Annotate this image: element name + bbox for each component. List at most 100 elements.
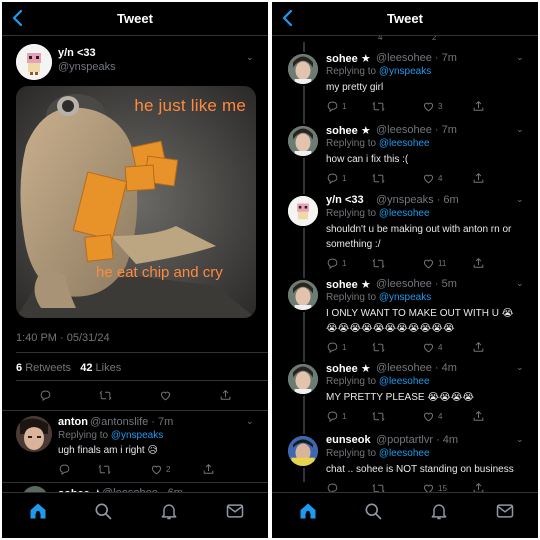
chevron-down-icon[interactable]: ⌄ [516,194,524,205]
share-button[interactable] [472,340,485,354]
reply-author-handle[interactable]: @leesohee · 7m [376,52,457,64]
retweet-count[interactable]: 6 [16,362,22,374]
chevron-down-icon[interactable]: ⌄ [246,416,254,427]
retweet-button[interactable] [99,388,112,402]
reply-author-handle[interactable]: @leesohee · 4m [376,362,457,374]
mail-icon[interactable] [495,501,515,521]
reply-author-name[interactable]: y/n <33 [326,194,364,206]
reply-button[interactable]: 1 [326,409,346,423]
replying-to-handle[interactable]: @leesohee [379,208,430,219]
share-button[interactable] [472,409,485,423]
reply-actions: 2 [58,462,258,478]
avatar[interactable] [286,124,320,158]
chevron-down-icon[interactable]: ⌄ [246,52,254,63]
like-button[interactable] [159,388,172,402]
chevron-down-icon[interactable]: ⌄ [516,278,524,289]
retweet-label[interactable]: Retweets [25,362,71,374]
search-icon[interactable] [363,501,383,521]
reply-author-handle[interactable]: @ynspeaks · 6m [376,194,459,206]
reply-button[interactable] [39,388,52,402]
share-icon [202,463,215,476]
author-handle[interactable]: @ynspeaks [58,61,116,73]
avatar[interactable] [286,52,320,86]
share-icon [472,100,485,113]
tweet-detail-pane-left: Tweet y/n <33 @ynspeaks ⌄ he just like m… [2,2,268,538]
replying-to-handle[interactable]: @ynspeaks [111,430,163,441]
bell-icon[interactable] [159,501,179,521]
replying-to-handle[interactable]: @leesohee [379,138,430,149]
reply-text: MY PRETTY PLEASE 😭😭😭😭 [326,392,475,403]
reply-actions: 14 [326,171,526,187]
retweet-icon [372,172,385,185]
reply-button[interactable]: 1 [326,256,346,270]
replying-to-handle[interactable]: @ynspeaks [379,66,431,77]
like-count: 11 [438,258,447,268]
replying-to-handle[interactable]: @ynspeaks [379,292,431,303]
tweet-actions [2,388,268,404]
avatar[interactable] [286,278,320,312]
avatar[interactable] [16,44,52,80]
mail-icon[interactable] [225,501,245,521]
reply-author-name[interactable]: sohee ★ [326,124,371,137]
chevron-down-icon[interactable]: ⌄ [516,124,524,135]
reply-button[interactable]: 1 [326,340,346,354]
like-button[interactable]: 4 [422,171,442,185]
reply-author-handle[interactable]: @leesohee · 5m [376,278,457,290]
like-button[interactable]: 3 [422,99,442,113]
reply-button[interactable]: 1 [326,171,346,185]
retweet-button[interactable] [372,340,385,354]
reply-text: shouldn't u be making out with anton rn … [326,224,512,235]
share-button[interactable] [472,99,485,113]
like-button[interactable]: 4 [422,409,442,423]
home-icon[interactable] [298,501,318,521]
chevron-down-icon[interactable]: ⌄ [516,434,524,445]
avatar[interactable] [286,362,320,396]
reply-icon [326,257,339,270]
tweet-photo[interactable]: he just like me he eat chip and cry [16,86,256,318]
retweet-button[interactable] [372,171,385,185]
like-button[interactable]: 4 [422,340,442,354]
home-icon[interactable] [28,501,48,521]
retweet-button[interactable] [98,462,111,476]
reply-text: 😭😭😭😭😭😭😭😭😭😭😭 [326,323,455,334]
avatar[interactable] [16,416,52,452]
reply-author-name[interactable]: anton [58,416,88,428]
replying-label: Replying to [326,208,379,219]
reply-button[interactable]: 1 [326,99,346,113]
avatar[interactable] [286,434,320,468]
share-button[interactable] [202,462,215,476]
reply-author-name[interactable]: sohee ★ [326,362,371,375]
reply-author-handle[interactable]: @antonslife · 7m [90,416,173,428]
like-button[interactable]: 2 [150,462,170,476]
retweet-icon [372,257,385,270]
search-icon[interactable] [93,501,113,521]
chevron-down-icon[interactable]: ⌄ [516,52,524,63]
retweet-button[interactable] [372,256,385,270]
divider [2,410,268,411]
heart-icon [422,410,435,423]
bell-icon[interactable] [429,501,449,521]
share-button[interactable] [219,388,232,402]
reply-author-name[interactable]: sohee ★ [326,278,371,291]
replying-to-handle[interactable]: @leesohee [379,448,430,459]
author-name[interactable]: y/n <33 [58,47,96,59]
reply-author-name[interactable]: sohee ★ [326,52,371,65]
reply-author-name[interactable]: eunseok [326,434,371,446]
retweet-icon [98,463,111,476]
like-count[interactable]: 42 [80,362,92,374]
avatar[interactable] [286,194,320,228]
retweet-button[interactable] [372,409,385,423]
like-button[interactable]: 11 [422,256,446,270]
reply-author-handle[interactable]: @leesohee · 7m [376,124,457,136]
replying-to-handle[interactable]: @leesohee [379,376,430,387]
retweet-icon [372,341,385,354]
share-button[interactable] [472,256,485,270]
share-button[interactable] [472,171,485,185]
share-icon [472,410,485,423]
reply-author-handle[interactable]: @poptartlvr · 4m [376,434,458,446]
like-label[interactable]: Likes [96,362,122,374]
chevron-down-icon[interactable]: ⌄ [516,362,524,373]
retweet-button[interactable] [372,99,385,113]
reply-button[interactable] [58,462,71,476]
replying-label: Replying to [326,448,379,459]
